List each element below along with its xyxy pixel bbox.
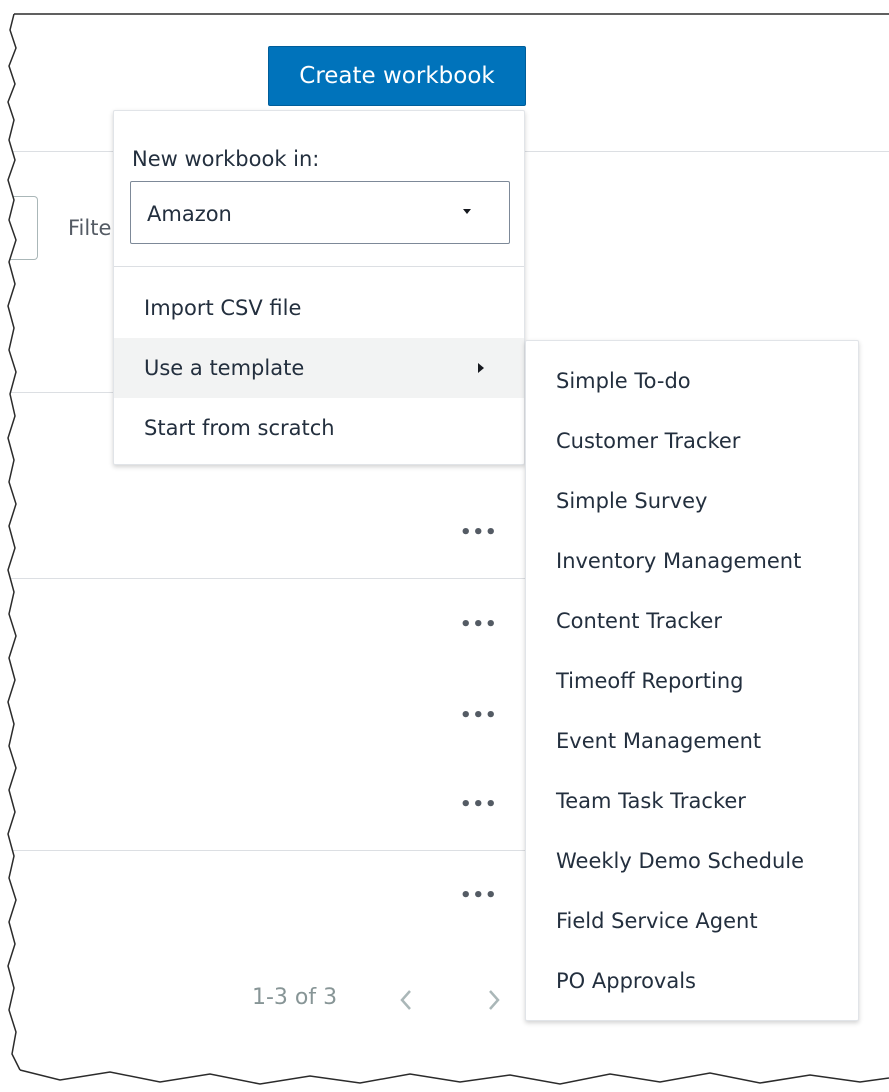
workspace-select-value: Amazon <box>147 202 232 226</box>
use-template-item[interactable]: Use a template <box>114 338 524 398</box>
new-workbook-in-label: New workbook in: <box>132 147 320 171</box>
dropdown-divider <box>114 266 524 267</box>
row-actions-button[interactable]: ••• <box>460 706 497 726</box>
template-item[interactable]: Simple To-do <box>526 351 858 411</box>
search-input[interactable] <box>0 196 38 260</box>
template-item[interactable]: Customer Tracker <box>526 411 858 471</box>
start-from-scratch-item[interactable]: Start from scratch <box>114 398 524 458</box>
template-item[interactable]: Inventory Management <box>526 531 858 591</box>
import-csv-item[interactable]: Import CSV file <box>114 278 524 338</box>
template-item[interactable]: Timeoff Reporting <box>526 651 858 711</box>
pagination-count: 1-3 of 3 <box>252 985 338 1010</box>
table-divider <box>0 850 525 851</box>
row-actions-button[interactable]: ••• <box>460 615 497 635</box>
table-divider <box>0 578 525 579</box>
create-workbook-button[interactable]: Create workbook <box>268 46 526 106</box>
template-item[interactable]: Event Management <box>526 711 858 771</box>
menu-item-label: Start from scratch <box>144 416 335 440</box>
screenshot-frame: Filte ••• ••• ••• ••• ••• 1-3 of 3 Creat… <box>0 0 889 1092</box>
template-submenu: Simple To-do Customer Tracker Simple Sur… <box>525 340 859 1021</box>
template-item[interactable]: Weekly Demo Schedule <box>526 831 858 891</box>
template-item[interactable]: PO Approvals <box>526 951 858 1011</box>
menu-item-label: Import CSV file <box>144 296 302 320</box>
workspace-select[interactable]: Amazon <box>130 181 510 244</box>
menu-item-label: Use a template <box>144 356 305 380</box>
chevron-left-icon <box>400 990 411 1010</box>
chevron-down-icon <box>463 209 471 214</box>
template-item[interactable]: Content Tracker <box>526 591 858 651</box>
row-actions-button[interactable]: ••• <box>460 795 497 815</box>
template-item[interactable]: Simple Survey <box>526 471 858 531</box>
filter-label: Filte <box>68 216 112 240</box>
submenu-arrow-icon <box>478 363 484 373</box>
template-item[interactable]: Team Task Tracker <box>526 771 858 831</box>
create-workbook-dropdown: New workbook in: Amazon Import CSV file … <box>113 110 525 465</box>
previous-page-button[interactable] <box>392 982 420 1018</box>
next-page-button[interactable] <box>480 982 508 1018</box>
row-actions-button[interactable]: ••• <box>460 523 497 543</box>
chevron-right-icon <box>489 990 500 1010</box>
template-item[interactable]: Field Service Agent <box>526 891 858 951</box>
row-actions-button[interactable]: ••• <box>460 886 497 906</box>
